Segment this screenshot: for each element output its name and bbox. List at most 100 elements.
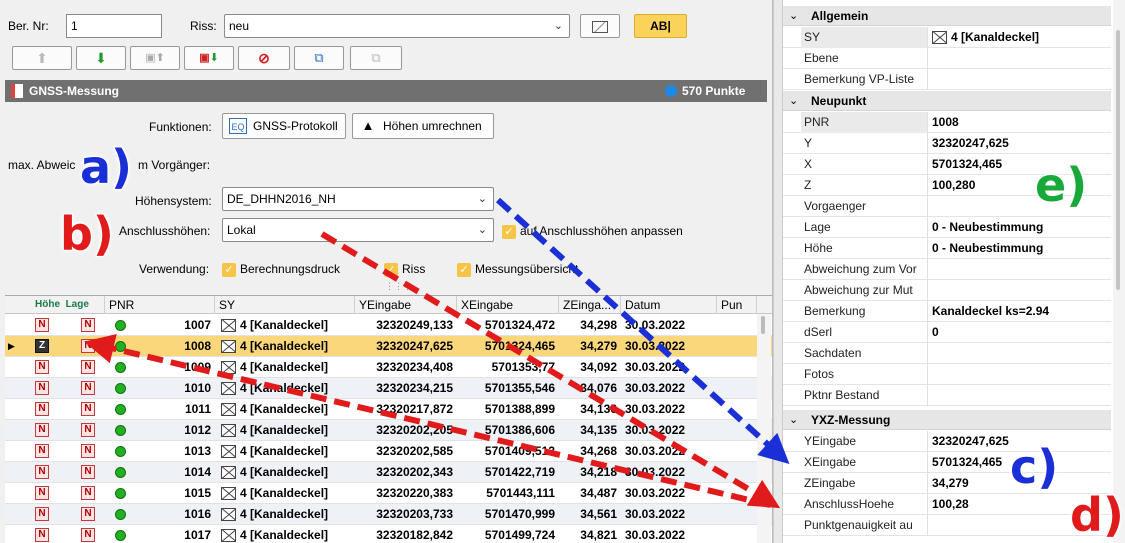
prop-row-hoehe[interactable]: Höhe 0 - Neubestimmung <box>783 238 1111 259</box>
group-neupunkt[interactable]: ⌄ Neupunkt <box>783 91 1111 111</box>
col-pun[interactable]: Pun <box>717 296 757 314</box>
prop-row-sachdaten[interactable]: Sachdaten <box>783 343 1111 364</box>
messungsuebersicht-checkbox[interactable]: ✓ Messungsübersicht <box>457 262 578 277</box>
prop-key: YEingabe <box>801 431 928 452</box>
gnss-protokoll-button[interactable]: EQ GNSS-Protokoll <box>222 113 346 139</box>
table-row[interactable]: N N 1010 4 [Kanaldeckel] 32320234,215 5701355… <box>5 378 772 399</box>
check-icon: ✓ <box>457 262 471 277</box>
hoehe-status-icon: N <box>35 318 49 332</box>
ber-nr-input[interactable]: 1 <box>66 14 162 38</box>
col-zeingabe[interactable]: ZEinga... <box>559 296 621 314</box>
cell-sy-text: 4 [Kanaldeckel] <box>240 423 329 437</box>
hoehe-status-icon: N <box>35 444 49 458</box>
col-sy[interactable]: SY <box>215 296 355 314</box>
table-row[interactable]: N N 1015 4 [Kanaldeckel] 32320220,383 5701443… <box>5 483 772 504</box>
prop-row-zeingabe[interactable]: ZEingabe 34,279 <box>783 473 1111 494</box>
table-row[interactable]: N N 1007 4 [Kanaldeckel] 32320249,133 5701324… <box>5 315 772 336</box>
cell-pnr: 1014 <box>184 465 211 479</box>
table-row[interactable]: N N 1009 4 [Kanaldeckel] 32320234,408 5701353… <box>5 357 772 378</box>
grid-header: Höhe Lage PNR SY YEingabe XEingabe ZEing… <box>5 296 772 314</box>
prop-value: 0 <box>932 325 939 339</box>
anpassen-checkbox[interactable]: ✓ auf Anschlusshöhen anpassen <box>502 224 683 239</box>
cell-sy-text: 4 [Kanaldeckel] <box>240 402 329 416</box>
prop-key: Pktnr Bestand <box>801 385 928 406</box>
group-allgemein[interactable]: ⌄ Allgemein <box>783 6 1111 26</box>
prop-row-pktnr-bestand[interactable]: Pktnr Bestand <box>783 385 1111 406</box>
prop-row-dserl[interactable]: dSerl 0 <box>783 322 1111 343</box>
prop-row-abw-mut[interactable]: Abweichung zur Mut <box>783 280 1111 301</box>
cell-zeingabe: 34,298 <box>580 318 617 332</box>
prop-value: 4 [Kanaldeckel] <box>929 27 1111 48</box>
prop-row-xeingabe[interactable]: XEingabe 5701324,465 <box>783 452 1111 473</box>
riss-checkbox-label: Riss <box>402 262 426 276</box>
group-yxz-messung[interactable]: ⌄ YXZ-Messung <box>783 410 1111 430</box>
hoehen-umrechnen-button[interactable]: ▲ Höhen umrechnen <box>352 113 494 139</box>
prop-row-pnr[interactable]: PNR 1008 <box>783 112 1111 133</box>
hoehensystem-label: Höhensystem: <box>135 194 212 208</box>
prop-row-ebene[interactable]: Ebene <box>783 48 1111 69</box>
prop-row-anschlusshoehe[interactable]: AnschlussHoehe 100,28 <box>783 494 1111 515</box>
insert-below-button[interactable]: ▣⬇ <box>184 46 234 70</box>
chevron-down-icon: ⌄ <box>477 193 487 205</box>
table-row[interactable]: N N 1012 4 [Kanaldeckel] 32320202,205 5701386… <box>5 420 772 441</box>
col-datum[interactable]: Datum <box>621 296 717 314</box>
berechnungsdruck-checkbox[interactable]: ✓ Berechnungsdruck <box>222 262 340 277</box>
table-row[interactable]: N N 1016 4 [Kanaldeckel] 32320203,733 5701470… <box>5 504 772 525</box>
prop-row-yeingabe[interactable]: YEingabe 32320247,625 <box>783 431 1111 452</box>
table-row[interactable]: N N 1017 4 [Kanaldeckel] 32320182,842 5701499… <box>5 525 772 543</box>
edit-image-icon <box>592 20 608 33</box>
panel-splitter[interactable] <box>773 0 783 543</box>
cell-pnr: 1017 <box>184 528 211 542</box>
prop-row-y[interactable]: Y 32320247,625 <box>783 133 1111 154</box>
hoehensystem-combo[interactable]: DE_DHHN2016_NH ⌄ <box>222 187 494 211</box>
insert-above-button[interactable]: ▣⬆ <box>130 46 180 70</box>
riss-edit-button[interactable] <box>580 14 620 38</box>
col-pnr[interactable]: PNR <box>105 296 215 314</box>
table-row[interactable]: N N 1011 4 [Kanaldeckel] 32320217,872 5701388… <box>5 399 772 420</box>
cell-xeingabe: 5701355,546 <box>484 381 555 395</box>
prop-row-bemerkung-vp[interactable]: Bemerkung VP-Liste <box>783 69 1111 90</box>
delete-button[interactable]: ⊘ <box>238 46 290 70</box>
col-hoehe-lage[interactable]: Höhe Lage <box>5 296 105 314</box>
riss-combo[interactable]: neu ⌄ <box>224 14 570 38</box>
row-pointer-icon: ▶ <box>8 341 15 351</box>
anschlusshoehen-combo[interactable]: Lokal ⌄ <box>222 218 494 242</box>
status-dot-icon <box>115 530 126 541</box>
table-row[interactable]: N N 1014 4 [Kanaldeckel] 32320202,343 5701422… <box>5 462 772 483</box>
table-row[interactable]: N N 1013 4 [Kanaldeckel] 32320202,585 5701409… <box>5 441 772 462</box>
prop-key: AnschlussHoehe <box>801 494 928 515</box>
annotation-d: d) <box>1069 487 1125 543</box>
cell-sy: 4 [Kanaldeckel] <box>221 504 355 525</box>
cell-zeingabe: 34,092 <box>580 360 617 374</box>
move-up-button[interactable]: ⬆ <box>12 46 72 70</box>
annotation-e: e) <box>1034 157 1088 213</box>
annotation-a: a) <box>79 139 133 195</box>
ab-button[interactable]: AB| <box>634 14 687 38</box>
prop-row-bemerkung[interactable]: Bemerkung Kanaldeckel ks=2.94 <box>783 301 1111 322</box>
anschlusshoehen-label: Anschlusshöhen: <box>119 224 211 238</box>
prop-row-fotos[interactable]: Fotos <box>783 364 1111 385</box>
window-button[interactable]: ⧉ <box>294 46 344 70</box>
symbol-icon <box>221 424 236 438</box>
grid-scrollbar[interactable] <box>757 314 771 543</box>
props-scrollbar-thumb[interactable] <box>1116 30 1120 290</box>
cell-datum: 30.03.2022 <box>625 465 686 479</box>
col-xeingabe[interactable]: XEingabe <box>457 296 559 314</box>
riss-checkbox[interactable]: ✓ Riss <box>384 262 425 277</box>
table-row[interactable]: ▶ Z N 1008 4 [Kanaldeckel] 32320247,625 570132… <box>5 336 772 357</box>
cell-yeingabe: 32320234,408 <box>376 360 453 374</box>
prop-row-sy[interactable]: SY 4 [Kanaldeckel] <box>783 27 1111 48</box>
prop-row-punktgenauigkeit[interactable]: Punktgenauigkeit au <box>783 515 1111 536</box>
berechnungsdruck-label: Berechnungsdruck <box>240 262 341 276</box>
cell-zeingabe: 34,136 <box>580 402 617 416</box>
symbol-icon <box>221 466 236 480</box>
prop-row-lage[interactable]: Lage 0 - Neubestimmung <box>783 217 1111 238</box>
col-yeingabe[interactable]: YEingabe <box>355 296 457 314</box>
chevron-down-icon: ⌄ <box>789 414 799 426</box>
window-disabled-button[interactable]: ⧉ <box>350 46 402 70</box>
prop-row-abw-vor[interactable]: Abweichung zum Vor <box>783 259 1111 280</box>
splitter-grip-icon[interactable]: ⋮⋮⋮ <box>385 281 412 292</box>
move-down-button[interactable]: ⬇ <box>76 46 126 70</box>
prop-value <box>929 385 1111 406</box>
cell-zeingabe: 34,135 <box>580 423 617 437</box>
